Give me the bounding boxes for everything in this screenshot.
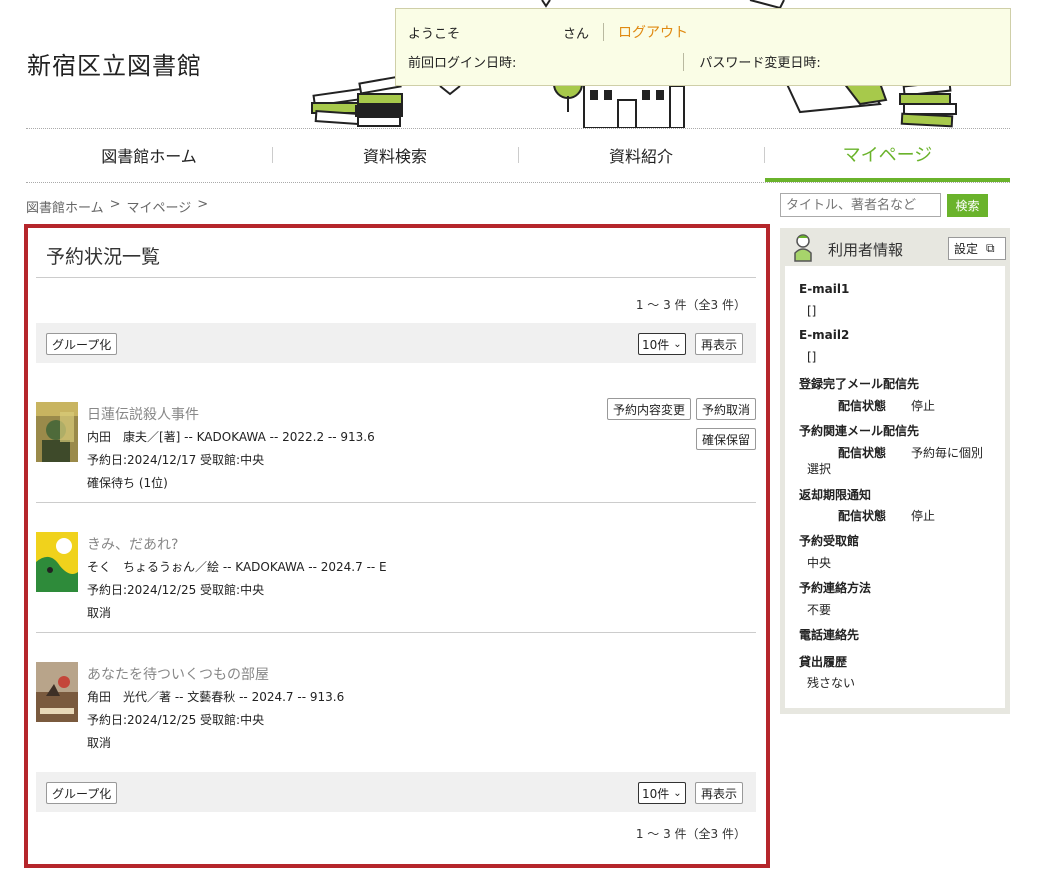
book-meta: 内田 康夫／[著] -- KADOKAWA -- 2022.2 -- 913.6 bbox=[87, 430, 375, 444]
change-reservation-button[interactable]: 予約内容変更 bbox=[607, 398, 692, 420]
login-info-panel: ようこそ さん ログアウト 前回ログイン日時: パスワード変更日時: bbox=[395, 8, 1011, 86]
chevron-down-icon: ⌄ bbox=[673, 338, 682, 350]
search-button[interactable]: 検索 bbox=[947, 194, 988, 217]
reserve-info: 予約日:2024/12/25 受取館:中央 bbox=[87, 583, 265, 597]
contact-method-label: 予約連絡方法 bbox=[799, 581, 872, 595]
breadcrumb: 図書館ホーム > マイページ > bbox=[26, 197, 208, 216]
per-page-value: 10件 bbox=[642, 786, 670, 801]
title-divider bbox=[36, 277, 756, 278]
san-label: さん bbox=[563, 26, 590, 42]
page-title: 予約状況一覧 bbox=[46, 246, 161, 268]
settings-button[interactable]: 設定 ⧉ bbox=[948, 237, 1006, 260]
logout-link[interactable]: ログアウト bbox=[618, 22, 688, 42]
per-page-select[interactable]: 10件 ⌄ bbox=[638, 333, 686, 355]
book-meta: 角田 光代／著 -- 文藝春秋 -- 2024.7 -- 913.6 bbox=[87, 690, 345, 704]
list-item: あなたを待ついくつもの部屋 角田 光代／著 -- 文藝春秋 -- 2024.7 … bbox=[36, 634, 756, 764]
phone-label: 電話連絡先 bbox=[799, 628, 860, 642]
search-input[interactable] bbox=[780, 193, 941, 217]
login-divider bbox=[683, 52, 685, 71]
user-info-sidebar: 利用者情報 設定 ⧉ E-mail1 [] E-mail2 [] 登録完了メール… bbox=[780, 228, 1010, 714]
site-header: 新宿区立図書館 ようこそ さん ログアウト 前回ログイン日時: パスワード変更日… bbox=[0, 0, 1042, 130]
settings-label: 設定 bbox=[954, 242, 979, 256]
site-title[interactable]: 新宿区立図書館 bbox=[27, 46, 202, 81]
result-count: 1 ～ 3 件（全3 件） bbox=[635, 298, 746, 312]
reserve-status: 確保待ち (1位) bbox=[87, 476, 168, 490]
reservation-panel: 予約状況一覧 1 ～ 3 件（全3 件） グループ化 10件 ⌄ 再表示 日蓮伝… bbox=[24, 224, 770, 868]
welcome-label: ようこそ bbox=[408, 26, 461, 42]
user-icon bbox=[794, 234, 812, 262]
main-nav: 図書館ホーム 資料検索 資料紹介 マイページ bbox=[26, 129, 1010, 183]
refresh-button[interactable]: 再表示 bbox=[695, 782, 744, 804]
nav-item-home[interactable]: 図書館ホーム bbox=[26, 129, 272, 181]
reserve-status: 取消 bbox=[87, 606, 112, 620]
history-value: 残さない bbox=[807, 676, 856, 690]
book-title-link[interactable]: きみ、だあれ? bbox=[87, 534, 178, 554]
email1-label: E-mail1 bbox=[799, 282, 850, 296]
list-toolbar-bottom: グループ化 10件 ⌄ 再表示 bbox=[36, 772, 756, 812]
list-item: 日蓮伝説殺人事件 内田 康夫／[著] -- KADOKAWA -- 2022.2… bbox=[36, 374, 756, 504]
breadcrumb-separator: > bbox=[197, 197, 209, 212]
return-notice-status: 停止 bbox=[911, 509, 936, 523]
pickup-value: 中央 bbox=[807, 556, 832, 570]
group-button[interactable]: グループ化 bbox=[46, 333, 118, 355]
book-stack-right-icon bbox=[899, 80, 957, 128]
hold-reservation-button[interactable]: 確保保留 bbox=[696, 428, 756, 450]
reg-mail-label: 登録完了メール配信先 bbox=[799, 377, 920, 391]
book-meta: そく ちょるうぉん／絵 -- KADOKAWA -- 2024.7 -- E bbox=[87, 560, 387, 574]
delivery-status-label: 配信状態 bbox=[838, 509, 887, 523]
book-cover-image[interactable] bbox=[36, 402, 78, 462]
nav-item-recommendations[interactable]: 資料紹介 bbox=[518, 129, 764, 181]
book-title-link[interactable]: 日蓮伝説殺人事件 bbox=[87, 404, 199, 424]
pickup-label: 予約受取館 bbox=[799, 534, 860, 548]
item-divider bbox=[36, 502, 756, 503]
reg-mail-status: 停止 bbox=[911, 399, 936, 413]
res-mail-label: 予約関連メール配信先 bbox=[799, 424, 920, 438]
res-mail-status-cont: 選択 bbox=[807, 462, 832, 476]
nav-item-mypage[interactable]: マイページ bbox=[765, 129, 1010, 182]
item-divider bbox=[36, 632, 756, 633]
password-changed-label: パスワード変更日時: bbox=[699, 56, 821, 71]
breadcrumb-separator: > bbox=[109, 197, 121, 212]
external-window-icon: ⧉ bbox=[986, 241, 995, 255]
per-page-value: 10件 bbox=[642, 337, 670, 352]
email2-label: E-mail2 bbox=[799, 328, 850, 342]
sidebar-title: 利用者情報 bbox=[828, 241, 904, 259]
email1-value: [] bbox=[807, 304, 817, 318]
book-title-link[interactable]: あなたを待ついくつもの部屋 bbox=[87, 664, 269, 684]
reserve-info: 予約日:2024/12/17 受取館:中央 bbox=[87, 453, 265, 467]
refresh-button[interactable]: 再表示 bbox=[695, 333, 744, 355]
chevron-down-icon: ⌄ bbox=[673, 787, 682, 799]
per-page-select[interactable]: 10件 ⌄ bbox=[638, 782, 686, 804]
breadcrumb-home[interactable]: 図書館ホーム bbox=[26, 197, 104, 216]
return-notice-label: 返却期限通知 bbox=[799, 488, 872, 502]
last-login-label: 前回ログイン日時: bbox=[408, 56, 517, 71]
breadcrumb-mypage[interactable]: マイページ bbox=[127, 197, 192, 216]
email2-value: [] bbox=[807, 350, 817, 364]
reserve-info: 予約日:2024/12/25 受取館:中央 bbox=[87, 713, 265, 727]
cancel-reservation-button[interactable]: 予約取消 bbox=[696, 398, 756, 420]
delivery-status-label: 配信状態 bbox=[838, 399, 887, 413]
book-cover-image[interactable] bbox=[36, 662, 78, 722]
book-stack-icon bbox=[311, 75, 403, 127]
book-cover-image[interactable] bbox=[36, 532, 78, 592]
group-button[interactable]: グループ化 bbox=[46, 782, 118, 804]
history-label: 貸出履歴 bbox=[799, 655, 848, 669]
list-item: きみ、だあれ? そく ちょるうぉん／絵 -- KADOKAWA -- 2024.… bbox=[36, 504, 756, 634]
reserve-status: 取消 bbox=[87, 736, 112, 750]
delivery-status-label: 配信状態 bbox=[838, 446, 887, 460]
login-divider bbox=[603, 23, 605, 41]
user-info-body: E-mail1 [] E-mail2 [] 登録完了メール配信先 配信状態 停止… bbox=[785, 266, 1005, 708]
contact-method-value: 不要 bbox=[807, 603, 832, 617]
result-count: 1 ～ 3 件（全3 件） bbox=[635, 827, 746, 841]
list-toolbar-top: グループ化 10件 ⌄ 再表示 bbox=[36, 323, 756, 363]
nav-item-search[interactable]: 資料検索 bbox=[272, 129, 518, 181]
res-mail-status: 予約毎に個別 bbox=[911, 446, 984, 460]
